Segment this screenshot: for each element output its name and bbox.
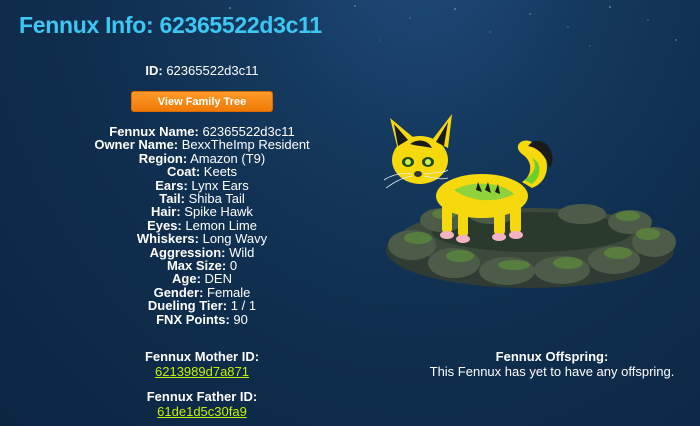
page-title: Fennux Info: 62365522d3c11: [19, 12, 322, 38]
fennux-details-list: Fennux Name: 62365522d3c11 Owner Name: Be…: [0, 125, 404, 326]
fennux-id-line: ID: 62365522d3c11: [0, 63, 404, 78]
father-block: Fennux Father ID: 61de1d5c30fa9: [0, 389, 404, 419]
offspring-block: Fennux Offspring: This Fennux has yet to…: [404, 349, 700, 379]
detail-row: Eyes: Lemon Lime: [0, 219, 404, 232]
offspring-label: Fennux Offspring:: [495, 349, 609, 364]
detail-row: Gender: Female: [0, 286, 404, 299]
detail-label: FNX Points:: [156, 311, 230, 327]
detail-row: Dueling Tier: 1 / 1: [0, 299, 404, 312]
detail-row: FNX Points: 90: [0, 311, 404, 327]
id-label: ID:: [145, 63, 163, 78]
detail-row: Tail: Shiba Tail: [0, 192, 404, 205]
detail-row: Hair: Spike Hawk: [0, 205, 404, 218]
detail-value: 90: [233, 311, 248, 327]
detail-row: Coat: Keets: [0, 165, 404, 178]
detail-row: Age: DEN: [0, 272, 404, 285]
father-id-link[interactable]: 61de1d5c30fa9: [157, 404, 247, 419]
father-label: Fennux Father ID:: [146, 389, 258, 404]
fennux-pet-image: [383, 114, 676, 288]
detail-row: Ears: Lynx Ears: [0, 178, 404, 192]
mother-label: Fennux Mother ID:: [144, 349, 260, 364]
id-value: 62365522d3c11: [166, 63, 259, 78]
detail-row: Fennux Name: 62365522d3c11: [0, 125, 404, 138]
detail-row: Region: Amazon (T9): [0, 152, 404, 165]
detail-row: Whiskers: Long Wavy: [0, 232, 404, 245]
detail-row: Max Size: 0: [0, 259, 404, 272]
detail-row: Aggression: Wild: [0, 245, 404, 259]
detail-row: Owner Name: BexxTheImp Resident: [0, 138, 404, 151]
mother-block: Fennux Mother ID: 6213989d7a871: [0, 349, 404, 379]
mother-id-link[interactable]: 6213989d7a871: [155, 364, 249, 379]
offspring-text: This Fennux has yet to have any offsprin…: [429, 364, 675, 379]
view-family-tree-button[interactable]: View Family Tree: [131, 91, 273, 112]
